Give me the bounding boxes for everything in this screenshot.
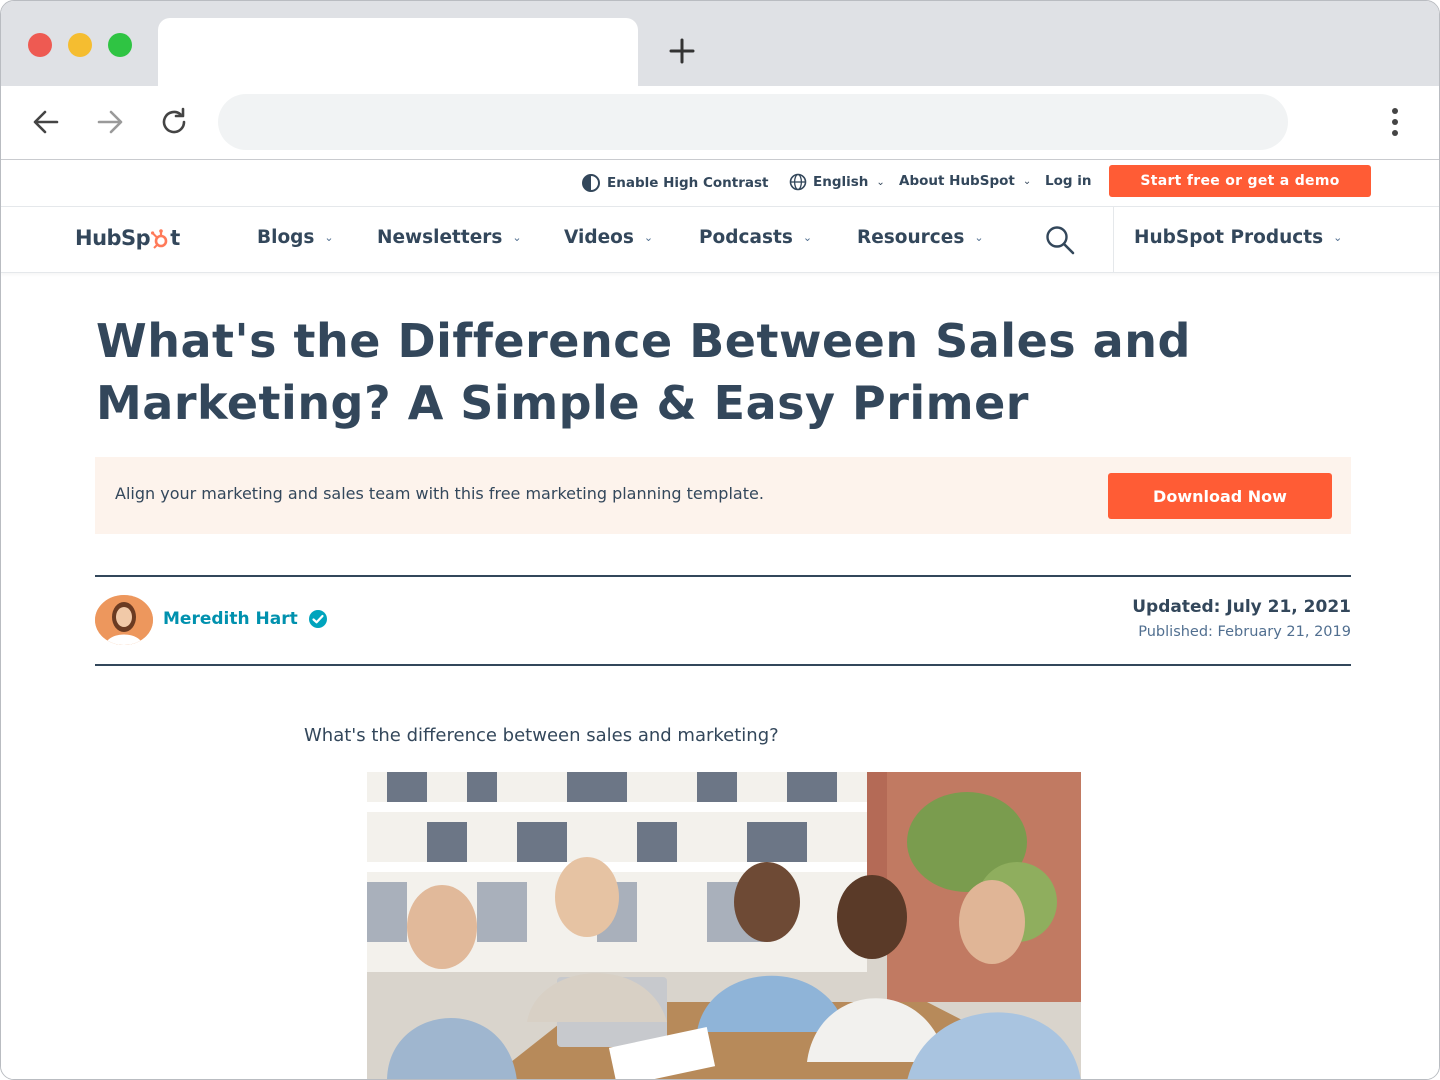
article-byline: Meredith Hart Updated: July 21, 2021 Pub… [95,575,1351,666]
close-window-button[interactable] [28,33,52,57]
chevron-down-icon: ⌄ [876,176,885,188]
high-contrast-toggle[interactable]: Enable High Contrast [581,173,769,193]
login-label: Log in [1045,173,1092,189]
minimize-window-button[interactable] [68,33,92,57]
author-photo [95,595,153,645]
promo-banner: Align your marketing and sales team with… [95,457,1351,534]
article-lead: What's the difference between sales and … [304,725,779,746]
browser-toolbar [1,86,1439,160]
nav-item-label: Newsletters [377,227,503,248]
chevron-down-icon: ⌄ [802,231,813,244]
search-button[interactable] [1043,223,1077,257]
nav-item-label: Podcasts [699,227,793,248]
forward-button[interactable] [92,104,128,140]
nav-item-label: Videos [564,227,634,248]
promo-text: Align your marketing and sales team with… [115,484,764,503]
nav-item-resources[interactable]: Resources ⌄ [857,227,984,248]
hero-image [367,772,1081,1079]
about-hubspot-menu[interactable]: About HubSpot ⌄ [899,173,1031,189]
chevron-down-icon: ⌄ [643,231,654,244]
chevron-down-icon: ⌄ [512,231,522,244]
tab-strip [1,1,1439,86]
active-tab[interactable] [158,18,638,86]
start-free-button[interactable]: Start free or get a demo [1109,165,1371,197]
author-name: Meredith Hart [163,609,298,629]
maximize-window-button[interactable] [108,33,132,57]
logo-text-end: t [170,226,180,250]
address-bar[interactable] [218,94,1288,150]
new-tab-button[interactable] [665,34,699,68]
logo-text-start: HubSp [75,226,151,250]
search-icon [1046,226,1075,255]
browser-window: Enable High Contrast English ⌄ About Hub… [0,0,1440,1080]
chevron-down-icon: ⌄ [1333,231,1343,244]
main-nav: HubSp t Blogs ⌄ Newsletters ⌄ Videos ⌄ P… [1,206,1439,273]
language-label: English [813,174,869,190]
nav-item-newsletters[interactable]: Newsletters ⌄ [377,227,522,248]
hubspot-logo[interactable]: HubSp t [75,226,180,250]
sprocket-icon [151,229,168,249]
chevron-down-icon: ⌄ [974,231,984,244]
meeting-photo [367,772,1081,1079]
nav-item-podcasts[interactable]: Podcasts ⌄ [699,227,812,248]
products-label: HubSpot Products [1134,227,1324,248]
nav-item-label: Resources [857,227,965,248]
globe-icon [789,173,807,191]
author-avatar[interactable] [95,595,153,645]
updated-date: Updated: July 21, 2021 [1132,597,1351,617]
back-button[interactable] [28,104,64,140]
nav-item-videos[interactable]: Videos ⌄ [564,227,653,248]
nav-item-label: Blogs [257,227,315,248]
arrow-right-icon [97,110,123,134]
web-page: Enable High Contrast English ⌄ About Hub… [1,160,1439,1079]
verified-badge-icon [308,610,327,628]
high-contrast-label: Enable High Contrast [607,175,769,191]
contrast-icon [582,174,600,192]
arrow-left-icon [33,110,59,134]
hubspot-products-menu[interactable]: HubSpot Products ⌄ [1134,227,1342,248]
utility-nav: Enable High Contrast English ⌄ About Hub… [1,160,1439,207]
author-link[interactable]: Meredith Hart [163,609,328,629]
chevron-down-icon: ⌄ [324,231,334,244]
language-selector[interactable]: English ⌄ [789,173,885,191]
nav-item-blogs[interactable]: Blogs ⌄ [257,227,334,248]
published-date: Published: February 21, 2019 [1138,624,1351,640]
about-hubspot-label: About HubSpot [899,173,1015,189]
chevron-down-icon: ⌄ [1022,175,1032,187]
reload-icon [162,107,186,134]
kebab-menu-icon [1392,108,1398,136]
reload-button[interactable] [156,104,192,140]
download-now-button[interactable]: Download Now [1108,473,1332,519]
article-title: What's the Difference Between Sales and … [96,314,1191,430]
login-link[interactable]: Log in [1045,173,1091,189]
nav-divider [1113,206,1114,272]
browser-menu-button[interactable] [1383,106,1407,138]
plus-icon [669,38,695,64]
